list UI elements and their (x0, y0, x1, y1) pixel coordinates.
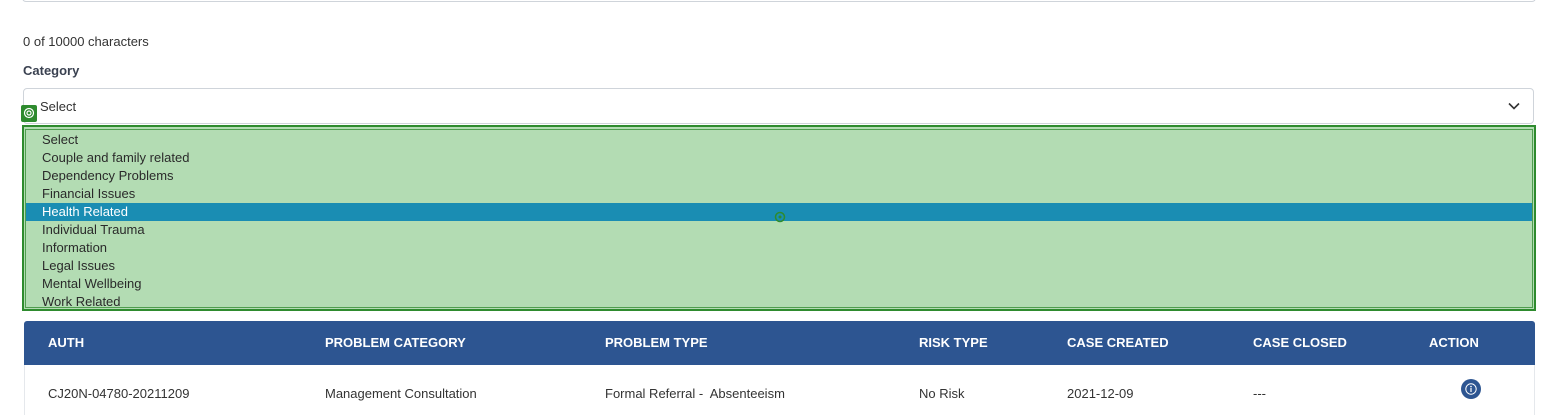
dropdown-option-legal-issues[interactable]: Legal Issues (26, 257, 1532, 275)
column-header-auth[interactable]: AUTH (48, 335, 84, 350)
dropdown-option-couple-and-family[interactable]: Couple and family related (26, 149, 1532, 167)
category-select[interactable]: Select (23, 88, 1534, 124)
table-row: CJ20N-04780-20211209 Management Consulta… (24, 365, 1535, 415)
column-header-action: ACTION (1429, 335, 1479, 350)
info-icon[interactable] (1461, 379, 1481, 399)
column-header-case-created[interactable]: CASE CREATED (1067, 335, 1169, 350)
description-textarea[interactable] (22, 0, 1536, 2)
chevron-down-icon (1508, 102, 1520, 110)
column-header-problem-type[interactable]: PROBLEM TYPE (605, 335, 708, 350)
cell-risk-type: No Risk (919, 386, 965, 401)
column-header-problem-category[interactable]: PROBLEM CATEGORY (325, 335, 466, 350)
character-counter: 0 of 10000 characters (23, 34, 149, 49)
table-header: AUTH PROBLEM CATEGORY PROBLEM TYPE RISK … (24, 321, 1535, 365)
cell-case-created: 2021-12-09 (1067, 386, 1134, 401)
column-header-case-closed[interactable]: CASE CLOSED (1253, 335, 1347, 350)
dropdown-option-individual-trauma[interactable]: Individual Trauma (26, 221, 1532, 239)
dropdown-option-work-related[interactable]: Work Related (26, 293, 1532, 311)
category-select-value: Select (40, 99, 77, 114)
dropdown-option-financial-issues[interactable]: Financial Issues (26, 185, 1532, 203)
dropdown-option-information[interactable]: Information (26, 239, 1532, 257)
dropdown-option-select[interactable]: Select (26, 131, 1532, 149)
dropdown-option-mental-wellbeing[interactable]: Mental Wellbeing (26, 275, 1532, 293)
cell-auth: CJ20N-04780-20211209 (48, 386, 190, 401)
column-header-risk-type[interactable]: RISK TYPE (919, 335, 988, 350)
cell-case-closed: --- (1253, 386, 1266, 401)
click-target-icon (774, 211, 786, 223)
cell-problem-category: Management Consultation (325, 386, 477, 401)
cell-problem-type: Formal Referral - Absenteeism (605, 386, 785, 401)
dropdown-option-dependency-problems[interactable]: Dependency Problems (26, 167, 1532, 185)
category-label: Category (23, 63, 80, 78)
target-marker-icon (21, 105, 37, 122)
